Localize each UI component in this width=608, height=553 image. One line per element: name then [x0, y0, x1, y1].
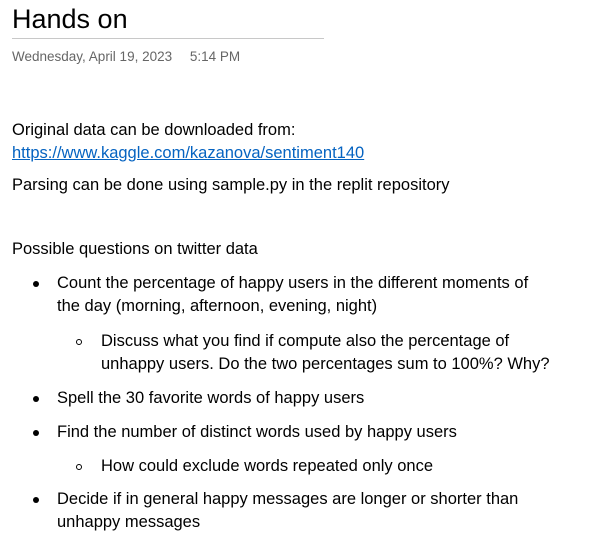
question-1-sub-line-1: Discuss what you find if compute also th… [101, 332, 510, 350]
bullet-dot-icon [30, 272, 42, 295]
question-1-sub-line-2: unhappy users. Do the two percentages su… [101, 355, 550, 373]
bullet-dot-icon [30, 488, 42, 511]
title-underline [12, 38, 324, 39]
bullet-dot-icon [30, 421, 42, 444]
source-label: Original data can be downloaded from: [12, 121, 296, 139]
question-1-line-1: Count the percentage of happy users in t… [57, 274, 529, 292]
bullet-circle-icon [73, 455, 85, 478]
question-3: Find the number of distinct words used b… [57, 423, 457, 441]
bullet-circle-icon [73, 330, 85, 353]
bullet-dot-icon [30, 387, 42, 410]
question-4-line-2: unhappy messages [57, 513, 201, 531]
page-title[interactable]: Hands on [12, 2, 128, 36]
page-time: 5:14 PM [189, 49, 241, 64]
question-1-line-2: the day (morning, afternoon, evening, ni… [57, 297, 378, 315]
source-link[interactable]: https://www.kaggle.com/kazanova/sentimen… [12, 144, 364, 162]
question-2: Spell the 30 favorite words of happy use… [57, 389, 365, 407]
question-3-sub: How could exclude words repeated only on… [101, 457, 434, 475]
questions-heading: Possible questions on twitter data [12, 240, 258, 258]
question-4-line-1: Decide if in general happy messages are … [57, 490, 519, 508]
parsing-note: Parsing can be done using sample.py in t… [12, 176, 450, 194]
source-link-line: https://www.kaggle.com/kazanova/sentimen… [12, 142, 364, 164]
note-page: Hands on Wednesday, April 19, 2023 5:14 … [0, 0, 608, 553]
page-timestamp: Wednesday, April 19, 2023 5:14 PM [12, 48, 240, 66]
page-date: Wednesday, April 19, 2023 [12, 49, 173, 64]
